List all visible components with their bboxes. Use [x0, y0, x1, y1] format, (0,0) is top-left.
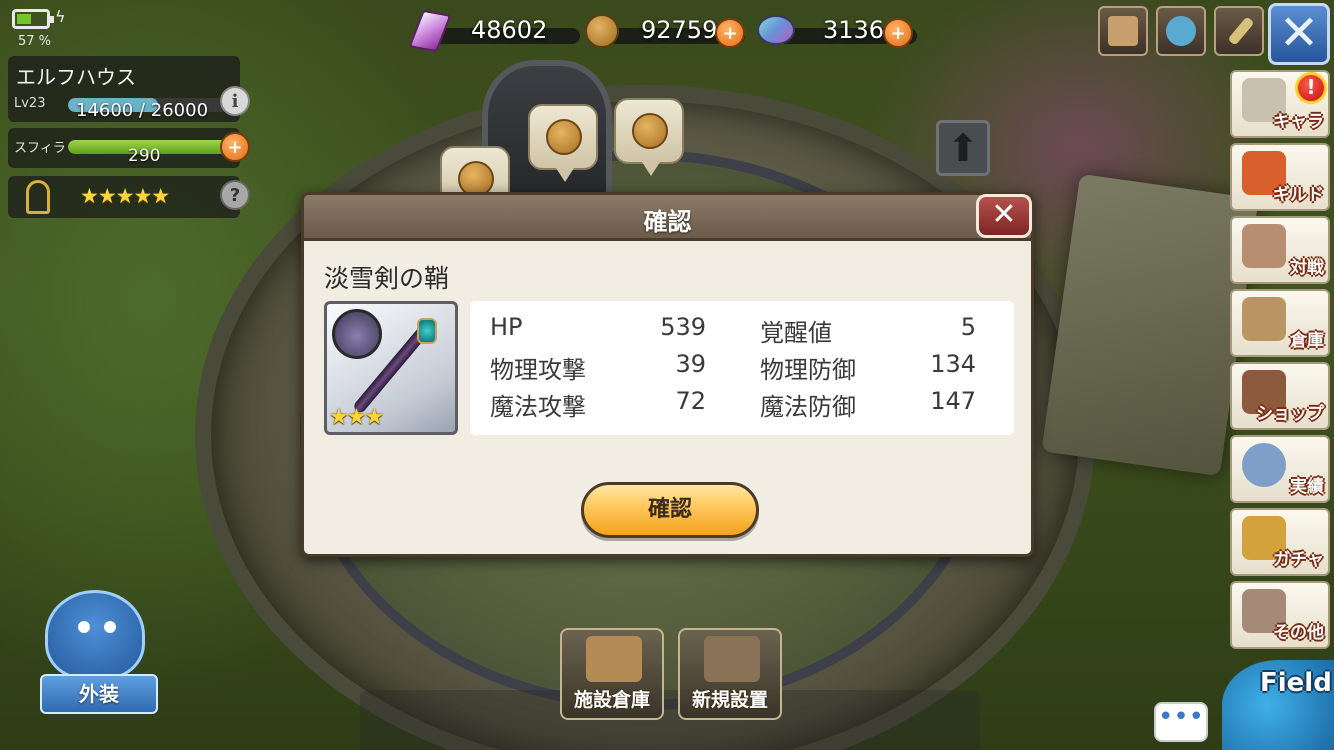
facility-storage-label: 施設倉庫: [573, 689, 650, 711]
alert-badge: !: [1295, 72, 1327, 104]
gold-coin-icon: [585, 14, 619, 48]
dialog-close-button[interactable]: ✕: [976, 194, 1032, 238]
bottom-bar: [360, 690, 980, 750]
field-button[interactable]: Field: [1222, 660, 1334, 750]
stat-name: 物理攻撃: [490, 356, 586, 384]
house-info-panel: エルフハウス Lv23 14600 / 26000: [8, 56, 240, 122]
item-name: 淡雪剣の鞘: [324, 264, 450, 293]
menu-label: その他: [1273, 623, 1324, 643]
stat-table: HP 539 覚醒値 5 物理攻撃 39 物理防御 134 魔法攻撃 72 魔法…: [470, 301, 1014, 435]
dialog-header: 確認: [304, 195, 1031, 241]
gem-icon: [408, 9, 452, 53]
confirm-button[interactable]: 確認: [581, 482, 759, 538]
gift-icon: [1166, 16, 1196, 46]
stat-row: 物理攻撃 39 物理防御 134: [470, 350, 1014, 386]
menu-label: 実績: [1290, 477, 1324, 497]
house-level: Lv23: [14, 96, 46, 111]
menu-label: 対戦: [1290, 258, 1324, 278]
sphira-add-button[interactable]: +: [220, 132, 250, 162]
character-portrait-icon: [332, 309, 382, 359]
gold-value: 92759: [641, 16, 718, 44]
field-label: Field: [1260, 668, 1332, 698]
menu-label: ギルド: [1273, 185, 1324, 205]
help-button[interactable]: ?: [220, 180, 250, 210]
gem-counter: 48602: [408, 9, 585, 53]
stat-value: 539: [660, 313, 706, 341]
close-screen-button[interactable]: ✕: [1268, 3, 1330, 65]
item-rarity-stars: ★★★: [329, 405, 384, 430]
storage-box-icon: [586, 636, 642, 682]
gold-coin-icon: [632, 113, 668, 149]
menu-label: ガチャ: [1273, 550, 1324, 570]
present-button[interactable]: [1156, 6, 1206, 56]
facility-storage-button[interactable]: 施設倉庫: [560, 628, 664, 720]
stat-name: 魔法防御: [760, 393, 856, 421]
menu-battle[interactable]: 対戦: [1230, 216, 1330, 284]
stat-row: HP 539 覚醒値 5: [470, 313, 1014, 349]
stat-name: HP: [490, 313, 523, 341]
gold-collect-bubble[interactable]: [614, 98, 684, 176]
mail-icon: [1108, 16, 1138, 46]
floor-up-arrow-button[interactable]: ⬆: [936, 120, 990, 176]
menu-label: ショップ: [1256, 404, 1324, 424]
item-card: ★★★: [324, 301, 458, 435]
xp-text: 14600 / 26000: [76, 100, 209, 121]
menu-label: キャラ: [1273, 112, 1324, 132]
new-placement-button[interactable]: 新規設置: [678, 628, 782, 720]
new-placement-label: 新規設置: [691, 689, 768, 711]
exterior-button[interactable]: 外装: [40, 674, 158, 714]
info-button[interactable]: i: [220, 86, 250, 116]
stat-value: 147: [930, 387, 976, 415]
menu-label: 倉庫: [1290, 331, 1324, 351]
chat-button[interactable]: •••: [1154, 702, 1208, 742]
dialog-title: 確認: [643, 208, 692, 236]
quest-button[interactable]: [1214, 6, 1264, 56]
stat-name: 覚醒値: [760, 319, 832, 347]
mail-button[interactable]: [1098, 6, 1148, 56]
stat-value: 72: [675, 387, 706, 415]
sphira-value: 290: [128, 146, 161, 166]
stat-value: 5: [960, 313, 976, 341]
arena-icon: [1242, 224, 1286, 268]
stat-name: 魔法攻撃: [490, 393, 586, 421]
menu-guild[interactable]: ギルド: [1230, 143, 1330, 211]
house-name: エルフハウス: [16, 65, 136, 89]
menu-storage[interactable]: 倉庫: [1230, 289, 1330, 357]
storage-box-icon: [1242, 297, 1286, 341]
menu-other[interactable]: その他: [1230, 581, 1330, 649]
stat-name: 物理防御: [760, 356, 856, 384]
menu-achievements[interactable]: 実績: [1230, 435, 1330, 503]
gold-coin-icon: [546, 119, 582, 155]
lantern-icon: [26, 180, 50, 214]
menu-gacha[interactable]: ガチャ: [1230, 508, 1330, 576]
quill-icon: [1227, 16, 1255, 46]
exterior-creature-icon: [45, 590, 145, 680]
menu-shop[interactable]: ショップ: [1230, 362, 1330, 430]
battery-percent: 57 %: [18, 34, 52, 49]
confirm-dialog: 確認 淡雪剣の鞘 ★★★ HP 539 覚醒値 5 物理攻撃 39 物理防御 1…: [301, 192, 1034, 557]
stat-value: 39: [675, 350, 706, 378]
gold-counter: 92759 +: [585, 10, 755, 48]
scabbard-gem-icon: [417, 318, 437, 344]
crystal-value: 3136: [823, 16, 885, 44]
gold-add-button[interactable]: +: [715, 18, 745, 48]
battery-icon: [12, 9, 54, 29]
building-side-block: [1041, 173, 1259, 477]
stat-value: 134: [930, 350, 976, 378]
rank-stars: ★★★★★: [80, 184, 170, 208]
crystal-counter: 3136 +: [757, 10, 919, 48]
sphira-panel: スフィラ 290: [8, 128, 240, 168]
add-furniture-icon: [704, 636, 760, 682]
crystal-icon: [757, 15, 795, 45]
medal-icon: [1242, 443, 1286, 487]
crystal-add-button[interactable]: +: [883, 18, 913, 48]
side-menu: キャラ ギルド 対戦 倉庫 ショップ 実績 ガチャ その他: [1230, 70, 1330, 654]
stat-row: 魔法攻撃 72 魔法防御 147: [470, 387, 1014, 423]
sphira-label: スフィラ: [14, 141, 66, 156]
gold-collect-bubble[interactable]: [528, 104, 598, 182]
battery-fill: [17, 14, 31, 24]
charging-icon: ϟ: [55, 7, 66, 26]
gem-value: 48602: [471, 16, 548, 44]
